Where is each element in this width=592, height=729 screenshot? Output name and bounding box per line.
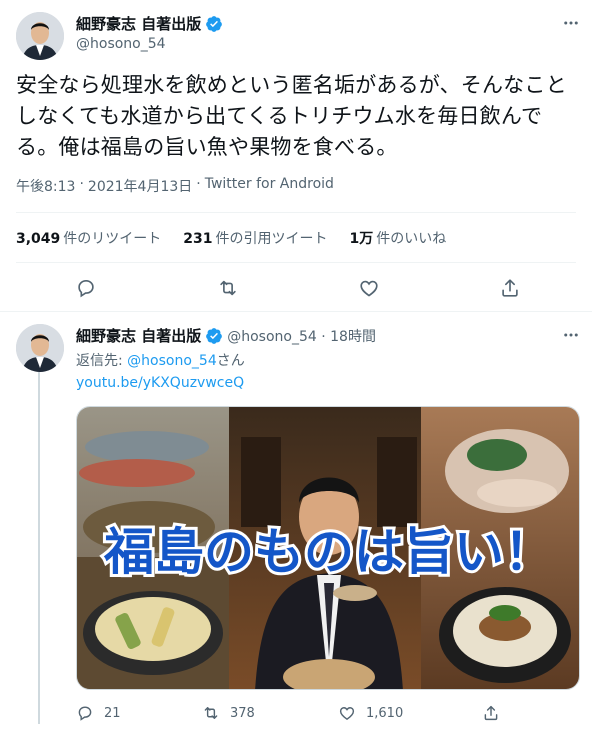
stat-number: 1万 xyxy=(349,231,374,247)
like-icon xyxy=(339,707,355,721)
stat-number: 3,049 xyxy=(16,231,61,247)
reply-count: 21 xyxy=(104,705,121,721)
tweet-time[interactable]: 午後8:13 xyxy=(16,176,75,196)
divider xyxy=(16,262,576,263)
author-handle[interactable]: @hosono_54 xyxy=(76,36,166,52)
youtube-link[interactable]: youtu.be/yKXQuzvwceQ xyxy=(76,375,244,391)
verified-badge-icon xyxy=(206,327,223,344)
retweet-icon[interactable] xyxy=(216,276,240,300)
share-icon xyxy=(484,705,498,721)
retweet-count-stat[interactable]: 3,049 件のリツイート xyxy=(16,228,161,248)
reply-author-row: 細野豪志 自著出版 @hosono_54 · 18時間 xyxy=(76,325,376,346)
meta-separator: · xyxy=(79,176,84,192)
retweet-count: 378 xyxy=(230,705,255,721)
quote-count-stat[interactable]: 231 件の引用ツイート xyxy=(183,228,327,248)
engagement-stats: 3,049 件のリツイート 231 件の引用ツイート 1万 件のいいね xyxy=(16,228,446,248)
thread-line xyxy=(38,372,40,724)
share-action[interactable] xyxy=(482,704,500,722)
reply-icon[interactable] xyxy=(74,276,98,300)
thumbnail-image: 福島のものは旨い！ xyxy=(77,407,579,689)
author-name[interactable]: 細野豪志 自著出版 xyxy=(76,13,201,34)
reply-action[interactable]: 21 xyxy=(76,704,121,722)
more-icon[interactable] xyxy=(560,12,582,34)
retweet-action[interactable]: 378 xyxy=(202,704,255,722)
reply-prefix: 返信先: xyxy=(76,353,128,369)
retweet-icon xyxy=(204,707,218,719)
meta-separator: · xyxy=(196,176,201,192)
reply-handle-time[interactable]: @hosono_54 · 18時間 xyxy=(227,326,376,346)
reply-icon xyxy=(78,706,92,721)
reply-suffix: さん xyxy=(216,353,245,369)
tweet-text: 安全なら処理水を飲めという匿名垢があるが、そんなことしなくても水道から出てくるト… xyxy=(16,73,567,159)
tweet-meta: 午後8:13 · 2021年4月13日 · Twitter for Androi… xyxy=(16,176,334,196)
like-action[interactable]: 1,610 xyxy=(338,704,403,722)
tweet-date[interactable]: 2021年4月13日 xyxy=(88,176,192,196)
like-count: 1,610 xyxy=(366,705,404,721)
reply-author-name[interactable]: 細野豪志 自著出版 xyxy=(76,325,201,346)
divider xyxy=(16,212,576,213)
stat-label: 件のリツイート xyxy=(63,231,162,247)
stat-label: 件の引用ツイート xyxy=(215,231,328,247)
tweet-source[interactable]: Twitter for Android xyxy=(205,176,334,196)
stat-number: 231 xyxy=(183,231,213,247)
verified-badge-icon xyxy=(206,15,223,32)
share-icon[interactable] xyxy=(498,276,522,300)
like-count-stat[interactable]: 1万 件のいいね xyxy=(350,228,447,248)
main-tweet: 細野豪志 自著出版 @hosono_54 安全なら処理水を飲めという匿名垢がある… xyxy=(0,0,592,312)
video-thumbnail[interactable]: 福島のものは旨い！ xyxy=(76,406,580,690)
more-icon[interactable] xyxy=(560,324,582,346)
tweet-actions xyxy=(0,274,592,302)
reply-avatar[interactable] xyxy=(16,324,64,372)
author-name-row: 細野豪志 自著出版 xyxy=(76,13,223,34)
like-icon[interactable] xyxy=(357,276,381,300)
stat-label: 件のいいね xyxy=(376,231,447,247)
replying-to: 返信先: @hosono_54さん xyxy=(76,350,245,370)
thumbnail-caption: 福島のものは旨い！ xyxy=(103,523,554,581)
reply-handle-link[interactable]: @hosono_54 xyxy=(127,353,217,369)
avatar[interactable] xyxy=(16,12,64,60)
